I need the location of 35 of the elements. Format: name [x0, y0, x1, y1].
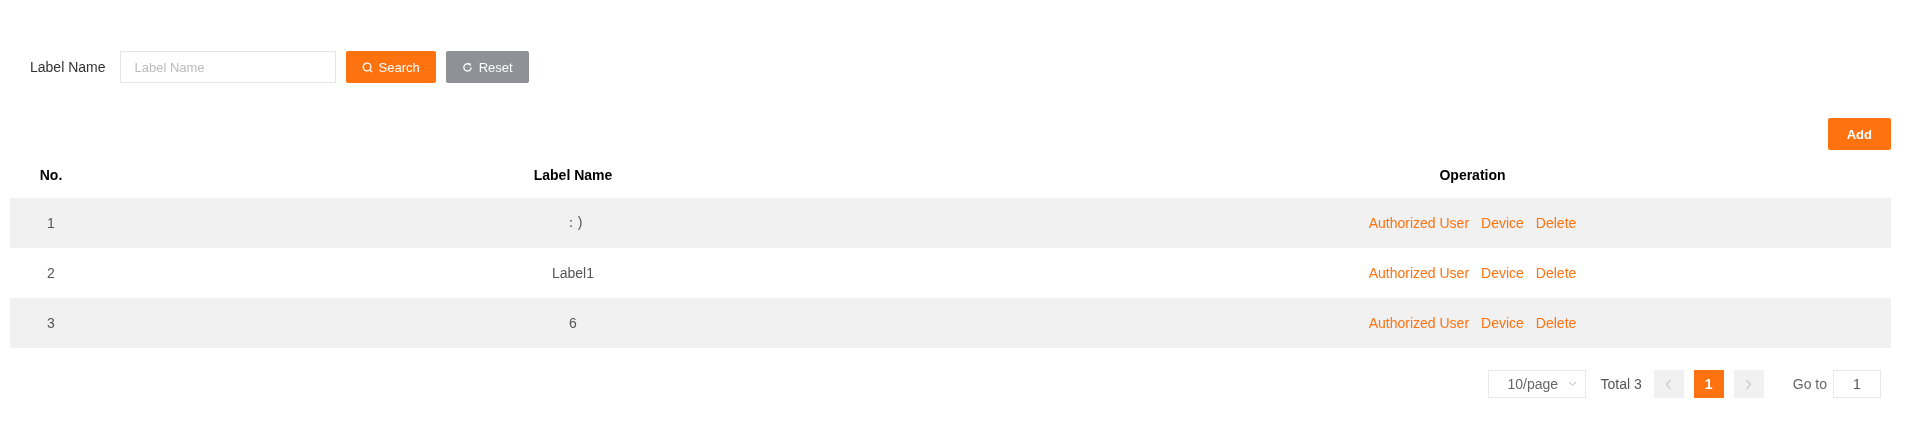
table-cell: ：)	[563, 214, 583, 230]
previous-page-button[interactable]	[1653, 370, 1684, 398]
reset-button[interactable]: Reset	[445, 51, 529, 83]
next-page-button[interactable]	[1733, 370, 1764, 398]
table-cell: 1	[47, 215, 55, 231]
chevron-left-icon	[1665, 378, 1673, 390]
action-link[interactable]: Authorized User	[1368, 315, 1470, 331]
action-link[interactable]: Delete	[1535, 265, 1577, 281]
goto-page-field[interactable]: 1	[1833, 370, 1881, 398]
total-count: Total 3	[1600, 376, 1642, 392]
action-link[interactable]: Delete	[1535, 215, 1577, 231]
page-button[interactable]: 1	[1693, 370, 1724, 398]
action-link[interactable]: Authorized User	[1368, 265, 1470, 281]
chevron-right-icon	[1745, 378, 1753, 390]
label-name-field[interactable]: Label Name	[119, 51, 336, 83]
chevron-down-icon	[1567, 381, 1577, 387]
search-icon	[361, 61, 373, 73]
action-link[interactable]: Delete	[1535, 315, 1577, 331]
field-label: Label Name	[30, 59, 106, 75]
action-link[interactable]: Authorized User	[1368, 215, 1470, 231]
table-cell: 3	[47, 315, 55, 331]
column-header: Operation	[1439, 167, 1506, 183]
table-cell: 6	[569, 315, 577, 331]
column-header: No.	[39, 167, 63, 183]
table-cell: 2	[47, 265, 55, 281]
action-link[interactable]: Device	[1481, 315, 1524, 331]
table-cell: Label1	[551, 265, 594, 281]
column-header: Label Name	[533, 167, 613, 183]
action-link[interactable]: Device	[1481, 265, 1524, 281]
page-size-select[interactable]: 10/page	[1487, 370, 1586, 398]
refresh-icon	[461, 61, 473, 73]
goto-label: Go to	[1792, 376, 1827, 392]
add-button[interactable]: Add	[1827, 118, 1891, 150]
search-button[interactable]: Search	[345, 51, 436, 83]
action-link[interactable]: Device	[1481, 215, 1524, 231]
